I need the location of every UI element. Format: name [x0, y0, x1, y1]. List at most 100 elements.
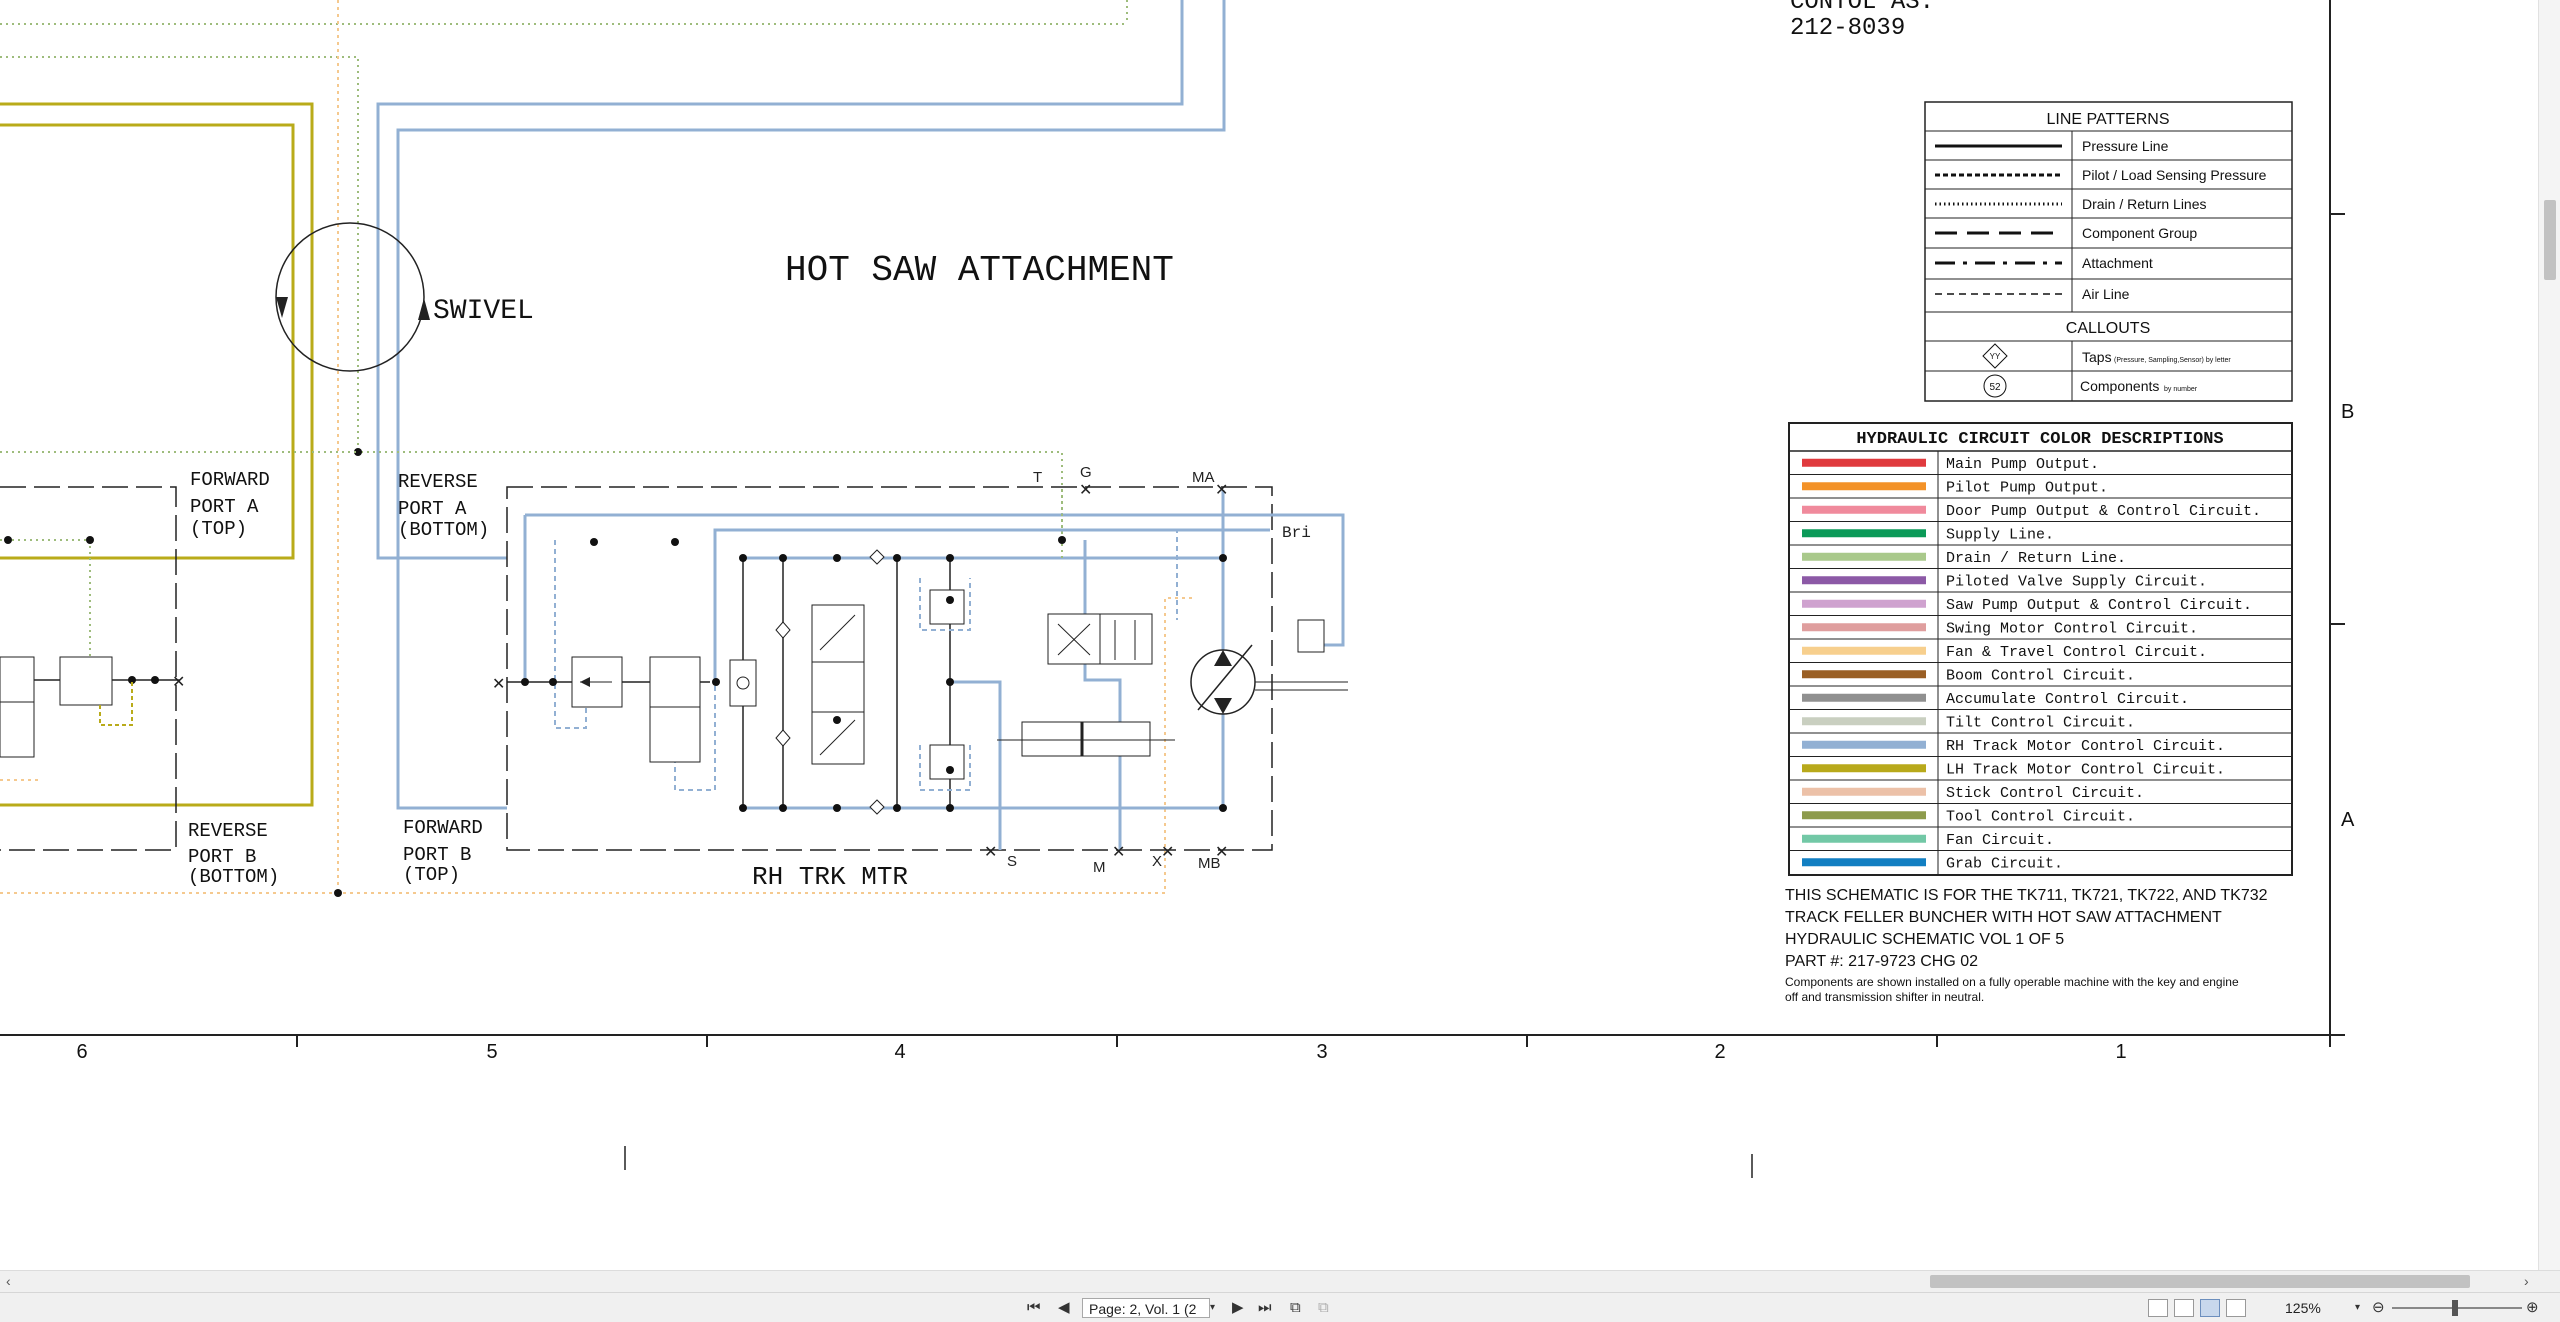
tap-label-g: G: [1080, 464, 1092, 481]
pattern-label: Pressure Line: [2082, 138, 2169, 154]
scroll-right-icon[interactable]: ›: [2524, 1273, 2529, 1289]
swivel-label: SWIVEL: [433, 296, 534, 327]
color-description-label: Main Pump Output.: [1946, 456, 2099, 473]
color-description-label: Tool Control Circuit.: [1946, 808, 2135, 825]
zoom-level[interactable]: 125%: [2285, 1298, 2321, 1318]
check-diamond: [869, 799, 885, 815]
brake-valve-top: [811, 604, 865, 663]
vertical-scroll-thumb[interactable]: [2544, 200, 2556, 280]
tap-label-m: M: [1093, 859, 1106, 876]
color-description-label: Door Pump Output & Control Circuit.: [1946, 503, 2261, 520]
zoom-dropdown-icon[interactable]: ▾: [2355, 1298, 2360, 1318]
facing-view-icon[interactable]: [2200, 1299, 2220, 1317]
color-description-label: RH Track Motor Control Circuit.: [1946, 738, 2225, 755]
left-forward-port-a-1: FORWARD: [190, 469, 270, 491]
horizontal-scrollbar[interactable]: ‹ ›: [0, 1270, 2560, 1293]
color-swatch: [1802, 787, 1926, 796]
next-view-icon[interactable]: ⧉: [1318, 1298, 1329, 1318]
color-swatch: [1802, 576, 1926, 585]
schematic-heading: HOT SAW ATTACHMENT: [785, 250, 1174, 291]
color-swatch: [1802, 458, 1926, 467]
color-description-label: Pilot Pump Output.: [1946, 479, 2108, 496]
first-page-icon[interactable]: ⏮: [1027, 1298, 1041, 1318]
rh-reverse-port-a-3: (BOTTOM): [398, 519, 489, 541]
note-line-1: THIS SCHEMATIC IS FOR THE TK711, TK721, …: [1785, 887, 2268, 904]
next-page-icon[interactable]: ▶: [1232, 1298, 1244, 1318]
component-callout-sub: by number: [2164, 386, 2198, 393]
brake-cylinder: [1021, 721, 1151, 757]
rh-forward-port-b-3: (TOP): [403, 864, 460, 886]
zoom-out-icon[interactable]: ⊖: [2372, 1298, 2385, 1318]
color-swatch: [1802, 529, 1926, 538]
single-page-view-icon[interactable]: [2148, 1299, 2168, 1317]
note-line-3: HYDRAULIC SCHEMATIC VOL 1 OF 5: [1785, 931, 2064, 948]
schematic-drawing: SWIVEL HOT SAW ATTACHMENT FORWARD PORT A…: [0, 0, 2355, 1178]
check-diamond: [869, 549, 885, 565]
zone-col-1: 1: [2115, 1041, 2126, 1063]
tap-label-ma: MA: [1192, 469, 1215, 486]
swivel-symbol: [275, 222, 425, 372]
color-swatch: [1802, 482, 1926, 491]
check-diamond: [775, 621, 791, 639]
color-descriptions-legend: HYDRAULIC CIRCUIT COLOR DESCRIPTIONS Mai…: [1788, 422, 2293, 876]
relief-valve: [929, 744, 965, 780]
rh-valve-upper: [649, 656, 701, 708]
zoom-slider-handle[interactable]: [2452, 1300, 2458, 1316]
tap-label-s: S: [1007, 853, 1017, 870]
rh-forward-port-b-2: PORT B: [403, 844, 471, 866]
zone-col-2: 2: [1714, 1041, 1725, 1063]
color-swatch: [1802, 858, 1926, 867]
tap-label-t: T: [1033, 469, 1042, 486]
rh-line: [713, 528, 1270, 682]
zoom-in-icon[interactable]: ⊕: [2526, 1298, 2539, 1318]
color-swatch: [1802, 693, 1926, 702]
color-description-label: Piloted Valve Supply Circuit.: [1946, 573, 2207, 590]
shuttle-valve: [729, 659, 757, 707]
zone-col-4: 4: [894, 1041, 905, 1063]
note-line-4: PART #: 217-9723 CHG 02: [1785, 953, 1978, 970]
junction-dot: [86, 536, 94, 544]
svg-text:✕: ✕: [984, 844, 997, 861]
zone-row-a: A: [2341, 809, 2355, 831]
svg-text:✕: ✕: [492, 676, 505, 693]
continuous-facing-view-icon[interactable]: [2226, 1299, 2246, 1317]
color-description-label: Drain / Return Line.: [1946, 550, 2126, 567]
continuous-view-icon[interactable]: [2174, 1299, 2194, 1317]
rh-line-m: [1083, 540, 1122, 850]
fan-travel-line: [0, 597, 1195, 894]
tap-callout-sub: (Pressure, Sampling,Sensor) by letter: [2114, 357, 2231, 364]
color-description-label: Grab Circuit.: [1946, 855, 2063, 872]
page-dropdown-icon[interactable]: ▾: [1210, 1298, 1215, 1318]
vertical-scrollbar[interactable]: [2538, 0, 2560, 1270]
previous-view-icon[interactable]: ⧉: [1290, 1298, 1301, 1318]
svg-text:✕: ✕: [1215, 844, 1228, 861]
color-description-label: Fan & Travel Control Circuit.: [1946, 644, 2207, 661]
brake-valve-center: [811, 661, 865, 713]
color-swatch: [1802, 670, 1926, 679]
previous-page-icon[interactable]: ◀: [1058, 1298, 1070, 1318]
left-forward-port-a-3: (TOP): [190, 518, 247, 540]
lh-line-outer: [0, 102, 314, 807]
color-description-label: Tilt Control Circuit.: [1946, 714, 2135, 731]
zone-col-5: 5: [486, 1041, 497, 1063]
page-number-field[interactable]: Page: 2, Vol. 1 (2: [1082, 1298, 1210, 1318]
last-page-icon[interactable]: ⏭: [1258, 1298, 1272, 1318]
horizontal-scroll-thumb[interactable]: [1930, 1275, 2470, 1288]
color-description-label: Fan Circuit.: [1946, 832, 2054, 849]
rh-reverse-port-a-2: PORT A: [398, 498, 467, 520]
svg-text:✕: ✕: [1079, 482, 1092, 499]
left-valve-body: [0, 656, 35, 703]
rh-valve-lower: [649, 706, 701, 763]
pattern-label: Air Line: [2082, 286, 2130, 302]
pattern-label: Attachment: [2082, 255, 2153, 271]
line-patterns-title: LINE PATTERNS: [2047, 111, 2170, 128]
component-callout-symbol: 52: [1989, 382, 2001, 393]
lh-line-inner: [0, 123, 295, 560]
scroll-left-icon[interactable]: ‹: [6, 1273, 11, 1289]
zone-row-b: B: [2341, 401, 2354, 423]
color-description-label: LH Track Motor Control Circuit.: [1946, 761, 2225, 778]
rh-line-bri: [525, 513, 1345, 647]
svg-text:✕: ✕: [1215, 482, 1228, 499]
svg-text:✕: ✕: [1112, 844, 1125, 861]
svg-text:✕: ✕: [1161, 844, 1174, 861]
